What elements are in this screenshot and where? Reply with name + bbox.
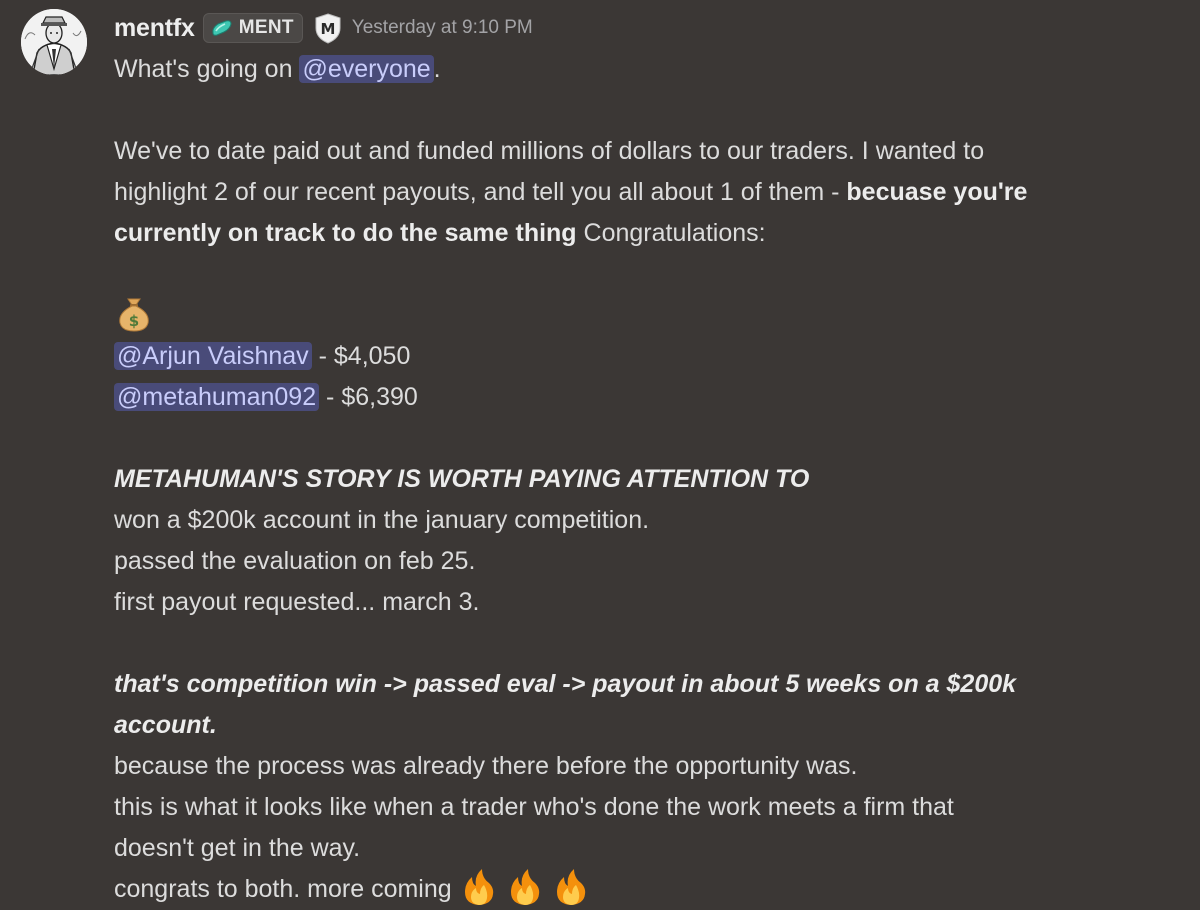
role-badge-letter: M (320, 20, 335, 38)
bold-text: currently on track to do the same thing (114, 219, 577, 247)
content-line: this is what it looks like when a trader… (114, 793, 954, 821)
fire-emoji[interactable] (505, 867, 545, 907)
content-line: METAHUMAN'S STORY IS WORTH PAYING ATTENT… (114, 459, 1174, 500)
content-line: congrats to both. more coming (114, 869, 1174, 910)
gem-icon (210, 19, 234, 37)
bold-italic-heading: METAHUMAN'S STORY IS WORTH PAYING ATTENT… (114, 465, 810, 493)
content-line: highlight 2 of our recent payouts, and t… (114, 172, 1174, 213)
text-span: Congratulations: (576, 219, 766, 247)
content-line: that's competition win -> passed eval ->… (114, 664, 1174, 705)
mention-arjun-vaishnav[interactable]: @Arjun Vaishnav (114, 342, 312, 370)
content-line: currently on track to do the same thing … (114, 213, 1174, 254)
role-badge-icon[interactable]: M (313, 12, 343, 44)
username[interactable]: mentfx (114, 14, 195, 43)
text-span: congrats to both. more coming (114, 875, 459, 903)
text-span: What's going on (114, 55, 300, 83)
message-content: What's going on @everyone. We've to date… (114, 49, 1174, 910)
guild-tag-label: MENT (238, 17, 294, 38)
content-line: What's going on @everyone. (114, 49, 1174, 90)
text-span: highlight 2 of our recent payouts, and t… (114, 178, 847, 206)
content-line: @Arjun Vaishnav - $4,050 (114, 336, 1174, 377)
bold-italic-text: account. (114, 711, 217, 739)
text-span: . (433, 55, 441, 83)
content-line: because the process was already there be… (114, 752, 858, 780)
emoji-line: $ (114, 295, 1174, 336)
text-span: - $4,050 (311, 342, 411, 370)
avatar-illustration (21, 9, 87, 75)
content-line: @metahuman092 - $6,390 (114, 377, 1174, 418)
content-line: passed the evaluation on feb 25. (114, 547, 476, 575)
user-avatar[interactable] (21, 9, 87, 75)
bold-text: becuase you're (846, 178, 1028, 206)
bold-italic-text: that's competition win -> passed eval ->… (114, 670, 1017, 698)
mention-everyone[interactable]: @everyone (299, 55, 434, 83)
svg-text:$: $ (129, 312, 139, 330)
money-bag-emoji[interactable]: $ (114, 293, 154, 333)
fire-emoji[interactable] (459, 867, 499, 907)
message-timestamp[interactable]: Yesterday at 9:10 PM (352, 17, 533, 39)
content-line: first payout requested... march 3. (114, 588, 480, 616)
content-line: account. (114, 705, 1174, 746)
message-header: mentfx MENT M Yesterday at 9:10 PM (114, 8, 533, 48)
fire-emoji[interactable] (551, 867, 591, 907)
mention-metahuman092[interactable]: @metahuman092 (114, 383, 320, 411)
content-line: We've to date paid out and funded millio… (114, 137, 985, 165)
content-line: doesn't get in the way. (114, 834, 361, 862)
content-line: won a $200k account in the january compe… (114, 506, 650, 534)
text-span: - $6,390 (319, 383, 418, 411)
guild-tag[interactable]: MENT (202, 13, 303, 43)
chat-message: mentfx MENT M Yesterday at 9:10 PM What'… (0, 0, 1200, 910)
